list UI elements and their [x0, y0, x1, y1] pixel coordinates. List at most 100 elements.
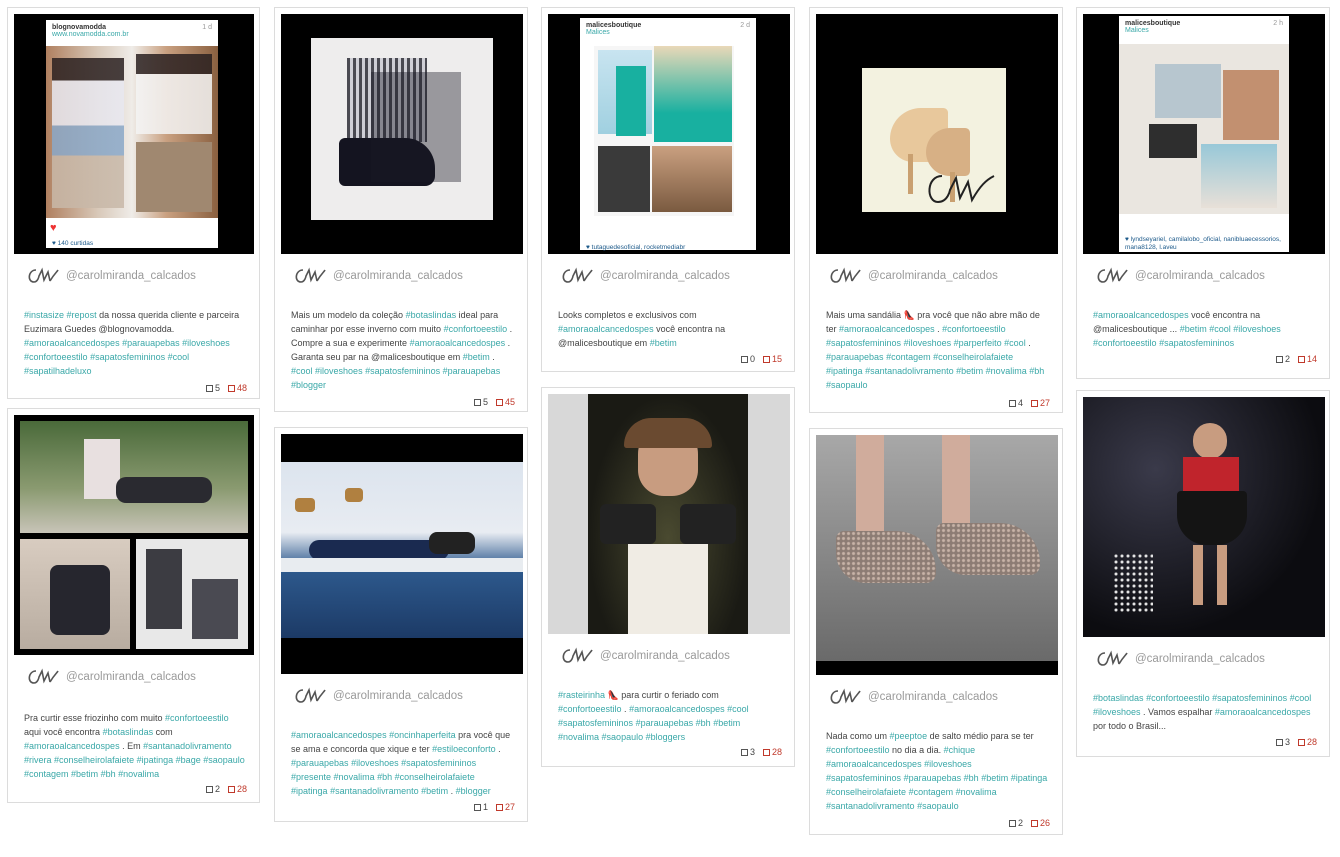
hashtag-link[interactable]: #bh	[1029, 366, 1044, 376]
hashtag-link[interactable]: #bh	[964, 773, 979, 783]
hashtag-link[interactable]: #amoraoalcancedospes	[839, 324, 935, 334]
post-card-9[interactable]: @carolmiranda_calcados Nada como um #pee…	[809, 428, 1063, 835]
hashtag-link[interactable]: #estiloeconforto	[432, 744, 496, 754]
hashtag-link[interactable]: #parauapebas	[904, 773, 962, 783]
hashtag-link[interactable]: #peeptoe	[890, 731, 928, 741]
likes-count[interactable]: 28	[762, 747, 782, 757]
hashtag-link[interactable]: #ipatinga	[137, 755, 174, 765]
post-author[interactable]: @carolmiranda_calcados	[291, 686, 463, 706]
hashtag-link[interactable]: #blogger	[291, 380, 326, 390]
hashtag-link[interactable]: #ipatinga	[826, 366, 863, 376]
post-author[interactable]: @carolmiranda_calcados	[24, 667, 196, 687]
hashtag-link[interactable]: #iloveshoes	[315, 366, 363, 376]
post-photo[interactable]	[548, 394, 790, 634]
hashtag-link[interactable]: #ipatinga	[291, 786, 328, 796]
hashtag-link[interactable]: #contagem	[24, 769, 69, 779]
hashtag-link[interactable]: #oncinhaperfeita	[389, 730, 456, 740]
post-author[interactable]: @carolmiranda_calcados	[826, 687, 998, 707]
hashtag-link[interactable]: #betim	[956, 366, 983, 376]
hashtag-link[interactable]: #iloveshoes	[1093, 707, 1141, 717]
hashtag-link[interactable]: #saopaulo	[826, 380, 868, 390]
hashtag-link[interactable]: #saopaulo	[602, 732, 644, 742]
hashtag-link[interactable]: #bloggers	[646, 732, 686, 742]
hashtag-link[interactable]: #conselheirolafaiete	[826, 787, 906, 797]
post-card-10[interactable]: @carolmiranda_calcados #botaslindas #con…	[1076, 390, 1330, 757]
likes-count[interactable]: 48	[227, 383, 247, 393]
hashtag-link[interactable]: #parauapebas	[826, 352, 884, 362]
post-author[interactable]: @carolmiranda_calcados	[558, 646, 730, 666]
hashtag-link[interactable]: #santanadolivramento	[826, 801, 915, 811]
hashtag-link[interactable]: #repost	[67, 310, 97, 320]
hashtag-link[interactable]: #conselheirolafaiete	[395, 772, 475, 782]
post-author[interactable]: @carolmiranda_calcados	[826, 266, 998, 286]
hashtag-link[interactable]: #bage	[176, 755, 201, 765]
hashtag-link[interactable]: #sapatosfemininos	[1212, 693, 1287, 703]
hashtag-link[interactable]: #cool	[291, 366, 313, 376]
hashtag-link[interactable]: #cool	[727, 704, 749, 714]
hashtag-link[interactable]: #contagem	[909, 787, 954, 797]
hashtag-link[interactable]: #confortoeestilo	[24, 352, 88, 362]
hashtag-link[interactable]: #rivera	[24, 755, 52, 765]
hashtag-link[interactable]: #sapatosfemininos	[401, 758, 476, 768]
hashtag-link[interactable]: #novalima	[986, 366, 1027, 376]
post-photo[interactable]: blognovamodda www.novamodda.com.br 1 d ♥…	[14, 14, 254, 254]
post-photo[interactable]	[1083, 397, 1325, 637]
post-photo[interactable]	[281, 14, 523, 254]
hashtag-link[interactable]: #botaslindas	[103, 727, 154, 737]
hashtag-link[interactable]: #amoraoalcancedospes	[1215, 707, 1311, 717]
hashtag-link[interactable]: #betim	[650, 338, 677, 348]
likes-count[interactable]: 26	[1030, 818, 1050, 828]
hashtag-link[interactable]: #betim	[1180, 324, 1207, 334]
hashtag-link[interactable]: #sapatosfemininos	[1159, 338, 1234, 348]
hashtag-link[interactable]: #conselheirolafaiete	[54, 755, 134, 765]
hashtag-link[interactable]: #saopaulo	[917, 801, 959, 811]
hashtag-link[interactable]: #instasize	[24, 310, 64, 320]
hashtag-link[interactable]: #parperfeito	[954, 338, 1002, 348]
hashtag-link[interactable]: #cool	[1004, 338, 1026, 348]
hashtag-link[interactable]: #amoraoalcancedospes	[558, 324, 654, 334]
hashtag-link[interactable]: #amoraoalcancedospes	[24, 338, 120, 348]
post-card-5[interactable]: malicesboutique Malices 2 h ♥ lyndseyari…	[1076, 7, 1330, 379]
hashtag-link[interactable]: #contagem	[886, 352, 931, 362]
hashtag-link[interactable]: #botaslindas	[1093, 693, 1144, 703]
hashtag-link[interactable]: #saopaulo	[203, 755, 245, 765]
hashtag-link[interactable]: #sapatosfemininos	[90, 352, 165, 362]
hashtag-link[interactable]: #parauapebas	[636, 718, 694, 728]
hashtag-link[interactable]: #novalima	[956, 787, 997, 797]
hashtag-link[interactable]: #betim	[463, 352, 490, 362]
post-photo[interactable]	[816, 14, 1058, 254]
hashtag-link[interactable]: #betim	[71, 769, 98, 779]
hashtag-link[interactable]: #novalima	[558, 732, 599, 742]
hashtag-link[interactable]: #iloveshoes	[351, 758, 399, 768]
hashtag-link[interactable]: #rasteirinha	[558, 690, 605, 700]
hashtag-link[interactable]: #amoraoalcancedospes	[24, 741, 120, 751]
comments-count[interactable]: 3	[740, 747, 755, 757]
likes-count[interactable]: 27	[495, 802, 515, 812]
hashtag-link[interactable]: #bh	[101, 769, 116, 779]
hashtag-link[interactable]: #confortoeestilo	[1146, 693, 1210, 703]
hashtag-link[interactable]: #confortoeestilo	[1093, 338, 1157, 348]
comments-count[interactable]: 2	[1008, 818, 1023, 828]
post-photo[interactable]: malicesboutique Malices 2 h ♥ lyndseyari…	[1083, 14, 1325, 254]
post-card-8[interactable]: @carolmiranda_calcados #rasteirinha 👠 pa…	[541, 387, 795, 767]
hashtag-link[interactable]: #conselheirolafaiete	[933, 352, 1013, 362]
hashtag-link[interactable]: #betim	[421, 786, 448, 796]
post-card-4[interactable]: @carolmiranda_calcados Mais uma sandália…	[809, 7, 1063, 413]
hashtag-link[interactable]: #bh	[696, 718, 711, 728]
likes-count[interactable]: 28	[1297, 737, 1317, 747]
post-photo[interactable]: malicesboutique Malices 2 d ♥ tutaguedes…	[548, 14, 790, 254]
hashtag-link[interactable]: #sapatosfemininos	[558, 718, 633, 728]
hashtag-link[interactable]: #chique	[944, 745, 976, 755]
post-card-6[interactable]: @carolmiranda_calcados Pra curtir esse f…	[7, 408, 260, 803]
post-author[interactable]: @carolmiranda_calcados	[1093, 649, 1265, 669]
likes-count[interactable]: 45	[495, 397, 515, 407]
hashtag-link[interactable]: #parauapebas	[122, 338, 180, 348]
post-card-2[interactable]: @carolmiranda_calcados Mais um modelo da…	[274, 7, 528, 412]
comments-count[interactable]: 4	[1008, 398, 1023, 408]
likes-count[interactable]: 27	[1030, 398, 1050, 408]
post-photo[interactable]	[14, 415, 254, 655]
hashtag-link[interactable]: #cool	[1290, 693, 1312, 703]
comments-count[interactable]: 5	[205, 383, 220, 393]
hashtag-link[interactable]: #parauapebas	[291, 758, 349, 768]
comments-count[interactable]: 2	[205, 784, 220, 794]
